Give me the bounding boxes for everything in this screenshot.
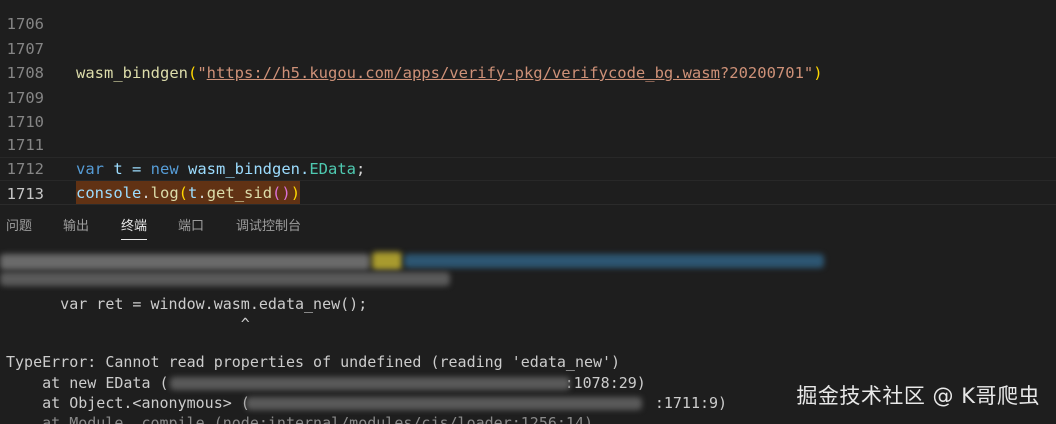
editor-line-current: 1713 console.log(t.get_edt()) bbox=[0, 157, 1056, 203]
tab-ports[interactable]: 端口 bbox=[178, 215, 204, 234]
redacted-region bbox=[170, 377, 570, 390]
editor-line: 1709 bbox=[0, 62, 1056, 107]
editor-line: 1708 bbox=[0, 37, 1056, 82]
terminal-error-line: TypeError: Cannot read properties of und… bbox=[6, 353, 621, 371]
editor-line: 1710 bbox=[0, 86, 1056, 131]
terminal-code-line: var ret = window.wasm.edata_new(); bbox=[6, 295, 368, 313]
stack-frame-suffix: :1078:29) bbox=[564, 374, 646, 392]
terminal-caret-line: ^ bbox=[6, 315, 250, 333]
redacted-region bbox=[372, 252, 402, 270]
watermark: 掘金技术社区 @ K哥爬虫 bbox=[796, 384, 1040, 408]
editor-line: 1714 bbox=[0, 181, 1056, 204]
editor-line: 1711 var t = new wasm_bindgen.EData; bbox=[0, 109, 1056, 178]
stack-frame-prefix: at new EData ( bbox=[6, 374, 169, 392]
editor-line: 1712 console.log(t.get_sid()) bbox=[0, 133, 1056, 204]
panel-tab-bar: 问题 输出 终端 端口 调试控制台 bbox=[0, 204, 1056, 242]
tab-problems[interactable]: 问题 bbox=[6, 215, 32, 234]
editor-line: 1706 bbox=[0, 0, 1056, 33]
tab-output[interactable]: 输出 bbox=[63, 215, 89, 234]
stack-frame-prefix: at Module._compile (node:internal/module… bbox=[6, 414, 593, 424]
stack-frame: at Module._compile (node:internal/module… bbox=[6, 413, 593, 424]
redacted-region bbox=[246, 397, 642, 410]
tab-terminal[interactable]: 终端 bbox=[121, 215, 148, 240]
redacted-region bbox=[404, 254, 824, 268]
stack-frame-prefix: at Object.<anonymous> ( bbox=[6, 394, 250, 412]
redacted-region bbox=[0, 254, 370, 270]
redacted-region bbox=[0, 272, 450, 286]
editor-line: 1707 wasm_bindgen("https://h5.kugou.com/… bbox=[0, 13, 1056, 82]
tab-debug-console[interactable]: 调试控制台 bbox=[236, 215, 301, 234]
code-editor[interactable]: 1706 1707 wasm_bindgen("https://h5.kugou… bbox=[0, 0, 1056, 204]
stack-frame-suffix: :1711:9) bbox=[654, 394, 728, 412]
